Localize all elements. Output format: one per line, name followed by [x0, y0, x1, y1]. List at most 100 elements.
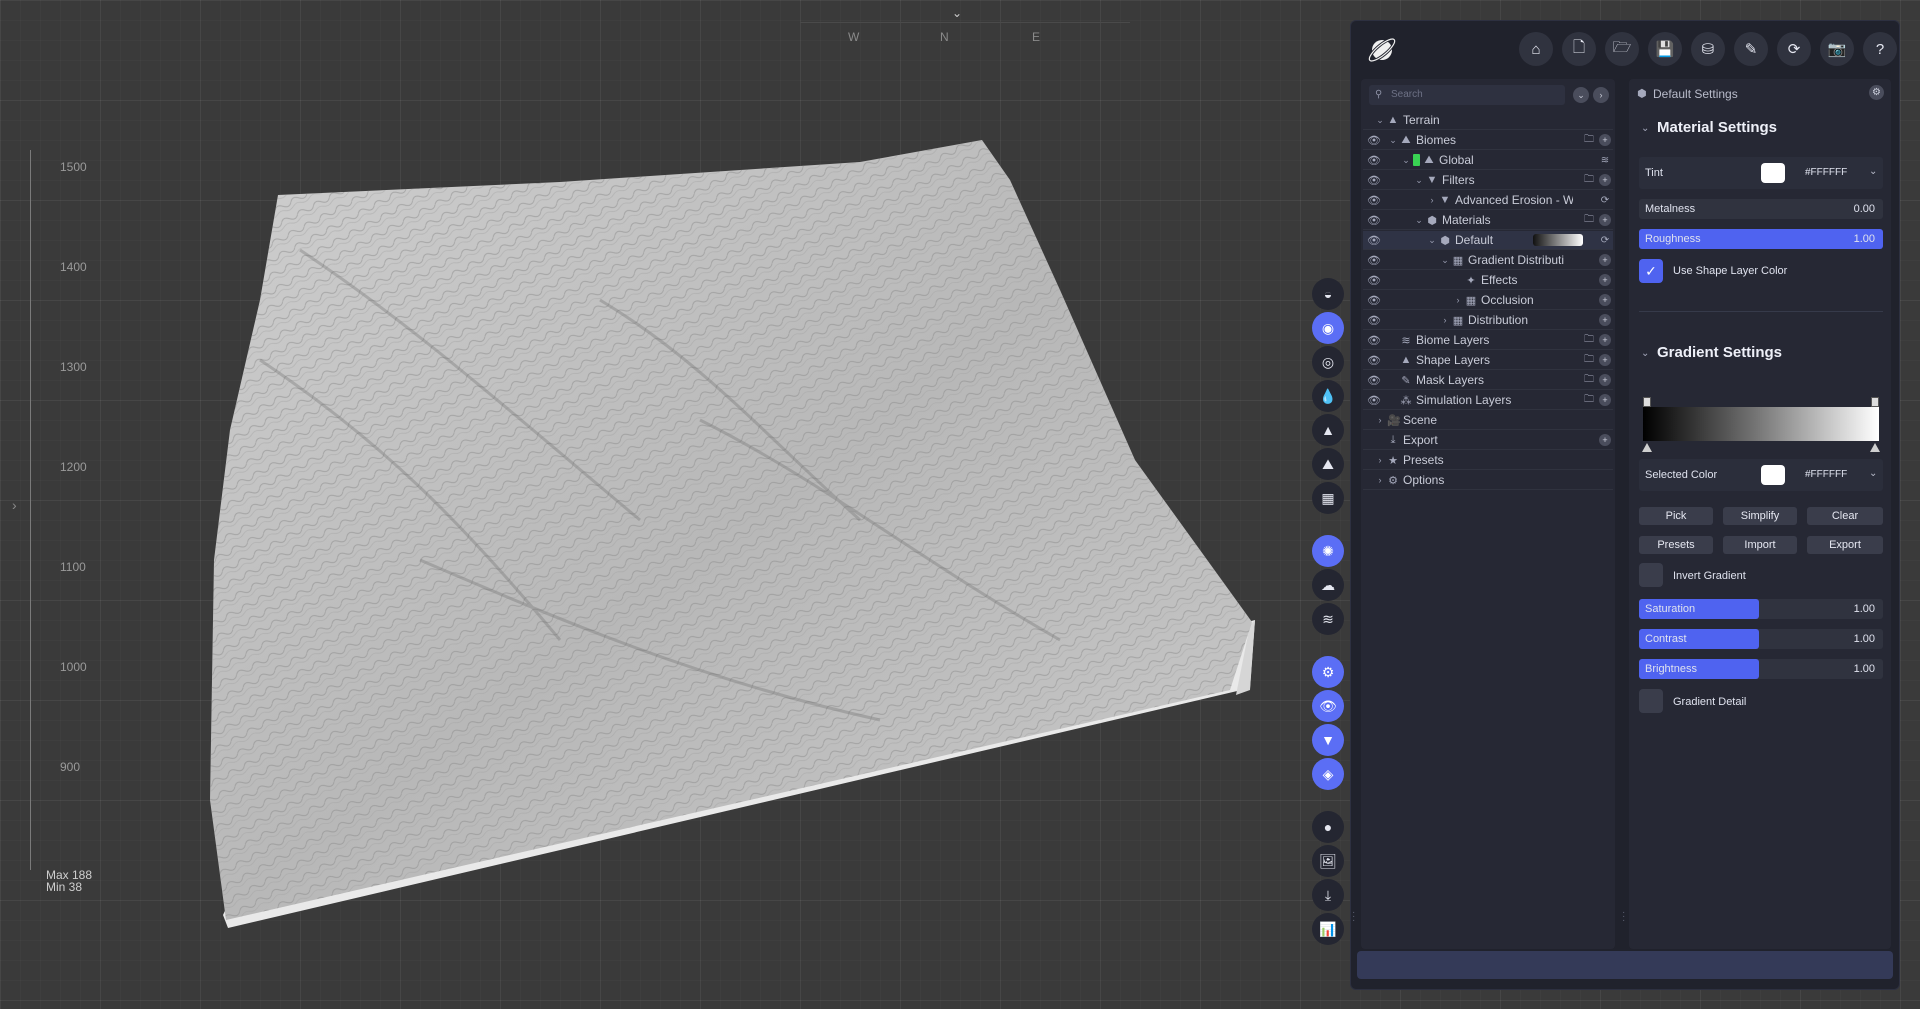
download-icon[interactable]: ⤓ [1312, 879, 1344, 911]
visibility-eye-icon[interactable]: 👁 [1367, 314, 1381, 327]
selected-color-swatch[interactable] [1761, 465, 1785, 485]
expand-all-icon[interactable]: › [1593, 87, 1609, 103]
layers-icon[interactable]: ≋ [1599, 155, 1611, 166]
add-icon[interactable]: + [1599, 394, 1611, 406]
chevron-right-icon[interactable]: › [1427, 195, 1437, 205]
landscape-icon[interactable]: ⛰ [1312, 448, 1344, 480]
visibility-eye-icon[interactable]: 👁 [1367, 354, 1381, 367]
camera-icon[interactable]: 📷 [1820, 32, 1854, 66]
gradient-detail-checkbox[interactable] [1639, 689, 1663, 713]
brightness-slider[interactable]: Brightness 1.00 [1639, 659, 1883, 679]
tree-row[interactable]: › ★ Presets [1363, 451, 1613, 470]
tree-row[interactable]: 👁 ≋ Biome Layers + 🗀 [1363, 331, 1613, 350]
tree-row[interactable]: 👁 ▲ Shape Layers + 🗀 [1363, 351, 1613, 370]
image-icon[interactable]: 🖼 [1312, 845, 1344, 877]
chevron-down-icon[interactable]: ⌄ [1375, 115, 1385, 126]
resize-handle[interactable]: · · · [1622, 908, 1626, 926]
tree-row[interactable]: › 🎥 Scene [1363, 411, 1613, 430]
visibility-eye-icon[interactable]: 👁 [1367, 254, 1381, 267]
visibility-eye-icon[interactable]: 👁 [1367, 294, 1381, 307]
cloud-icon[interactable]: ☁ [1312, 569, 1344, 601]
add-icon[interactable]: + [1599, 334, 1611, 346]
tint-row[interactable]: Tint #FFFFFF ⌄ [1639, 157, 1883, 189]
chevron-down-icon[interactable]: ⌄ [1427, 235, 1437, 246]
layers-icon[interactable]: ◈ [1312, 758, 1344, 790]
simplify-button[interactable]: Simplify [1723, 507, 1797, 525]
chevron-down-icon[interactable]: ⌄ [1401, 155, 1411, 166]
visibility-eye-icon[interactable]: 👁 [1367, 174, 1381, 187]
water-drop-icon[interactable]: 💧 [1312, 380, 1344, 412]
visibility-eye-icon[interactable]: 👁 [1367, 274, 1381, 287]
tree-row[interactable]: 👁 › ▦ Occlusion + [1363, 291, 1613, 310]
tree-row[interactable]: 👁 › ▦ Distribution + [1363, 311, 1613, 330]
chevron-right-icon[interactable]: › [1375, 455, 1385, 465]
pick-button[interactable]: Pick [1639, 507, 1713, 525]
home-icon[interactable]: ⌂ [1519, 32, 1553, 66]
saturation-slider[interactable]: Saturation 1.00 [1639, 599, 1883, 619]
visibility-eye-icon[interactable]: 👁 [1367, 214, 1381, 227]
gradient-editor[interactable] [1643, 407, 1879, 441]
gradient-stop-marker[interactable] [1642, 443, 1652, 452]
refresh-icon[interactable]: ⟳ [1777, 32, 1811, 66]
sun-icon[interactable]: ✺ [1312, 535, 1344, 567]
gradient-stop-handle[interactable] [1643, 397, 1651, 407]
settings-gear-icon[interactable]: ⚙ [1869, 85, 1884, 100]
eye-icon[interactable]: 👁 [1312, 690, 1344, 722]
invert-gradient-checkbox[interactable] [1639, 563, 1663, 587]
add-icon[interactable]: + [1599, 274, 1611, 286]
export-file-icon[interactable]: ✎ [1734, 32, 1768, 66]
tree-row[interactable]: 👁 ⁂ Simulation Layers + 🗀 [1363, 391, 1613, 410]
export-button[interactable]: Export [1807, 536, 1883, 554]
folder-icon[interactable]: 🗀 [1583, 372, 1595, 389]
tree-row[interactable]: 👁 ✎ Mask Layers + 🗀 [1363, 371, 1613, 390]
add-icon[interactable]: + [1599, 214, 1611, 226]
biome-color-swatch[interactable] [1413, 154, 1420, 166]
tree-row[interactable]: ⤓ Export + [1363, 431, 1613, 450]
new-file-icon[interactable]: 🗋 [1562, 32, 1596, 66]
sync-icon[interactable]: ⟳ [1599, 235, 1611, 246]
add-icon[interactable]: + [1599, 314, 1611, 326]
visibility-eye-icon[interactable]: 👁 [1367, 334, 1381, 347]
visibility-eye-icon[interactable]: 👁 [1367, 194, 1381, 207]
chevron-down-icon[interactable]: ⌄ [1414, 175, 1424, 186]
use-shape-color-checkbox[interactable]: ✓ [1639, 259, 1663, 283]
visibility-eye-icon[interactable]: 👁 [1367, 374, 1381, 387]
mountain-icon[interactable]: ▲ [1312, 414, 1344, 446]
visibility-eye-icon[interactable]: 👁 [1367, 394, 1381, 407]
import-button[interactable]: Import [1723, 536, 1797, 554]
resize-handle[interactable]: · · · [1352, 908, 1356, 926]
add-icon[interactable]: + [1599, 174, 1611, 186]
target-icon[interactable]: ◎ [1312, 346, 1344, 378]
tree-row[interactable]: 👁 ⌄ ▦ Gradient Distributi + [1363, 251, 1613, 270]
visibility-eye-icon[interactable]: 👁 [1367, 234, 1381, 247]
grid-icon[interactable]: ▦ [1312, 482, 1344, 514]
chevron-down-icon[interactable]: ⌄ [1641, 348, 1649, 359]
globe-icon[interactable]: ◉ [1312, 312, 1344, 344]
visibility-eye-icon[interactable]: 👁 [1367, 134, 1381, 147]
chevron-right-icon[interactable]: › [1375, 475, 1385, 485]
fog-icon[interactable]: ≋ [1312, 603, 1344, 635]
material-settings-title[interactable]: Material Settings [1657, 119, 1777, 136]
tint-swatch[interactable] [1761, 163, 1785, 183]
tree-row[interactable]: 👁 ✦ Effects + [1363, 271, 1613, 290]
roughness-slider[interactable]: Roughness 1.00 [1639, 229, 1883, 249]
folder-icon[interactable]: 🗀 [1583, 332, 1595, 349]
tree-row[interactable]: 👁 ⌄ ⛰ Biomes + 🗀 [1363, 131, 1613, 150]
chevron-down-icon[interactable]: ⌄ [1869, 468, 1877, 479]
chevron-right-icon[interactable]: › [1453, 295, 1463, 305]
chevron-down-icon[interactable]: ⌄ [1440, 255, 1450, 266]
filter-icon[interactable]: ▼ [1312, 724, 1344, 756]
tree-row[interactable]: › ⚙ Options [1363, 471, 1613, 490]
selected-color-row[interactable]: Selected Color #FFFFFF ⌄ [1639, 459, 1883, 491]
contrast-slider[interactable]: Contrast 1.00 [1639, 629, 1883, 649]
metalness-slider[interactable]: Metalness 0.00 [1639, 199, 1883, 219]
folder-icon[interactable]: 🗀 [1583, 172, 1595, 189]
chevron-down-icon[interactable]: ⌄ [1869, 166, 1877, 177]
collapse-all-icon[interactable]: ⌄ [1573, 87, 1589, 103]
record-icon[interactable]: ● [1312, 811, 1344, 843]
add-icon[interactable]: + [1599, 354, 1611, 366]
tree-row[interactable]: 👁 ⌄ ⛰ Global ≋ [1363, 151, 1613, 170]
gradient-settings-title[interactable]: Gradient Settings [1657, 344, 1782, 361]
folder-icon[interactable]: 🗀 [1583, 352, 1595, 369]
tree-row[interactable]: 👁 ⌄ ▼ Filters + 🗀 [1363, 171, 1613, 190]
